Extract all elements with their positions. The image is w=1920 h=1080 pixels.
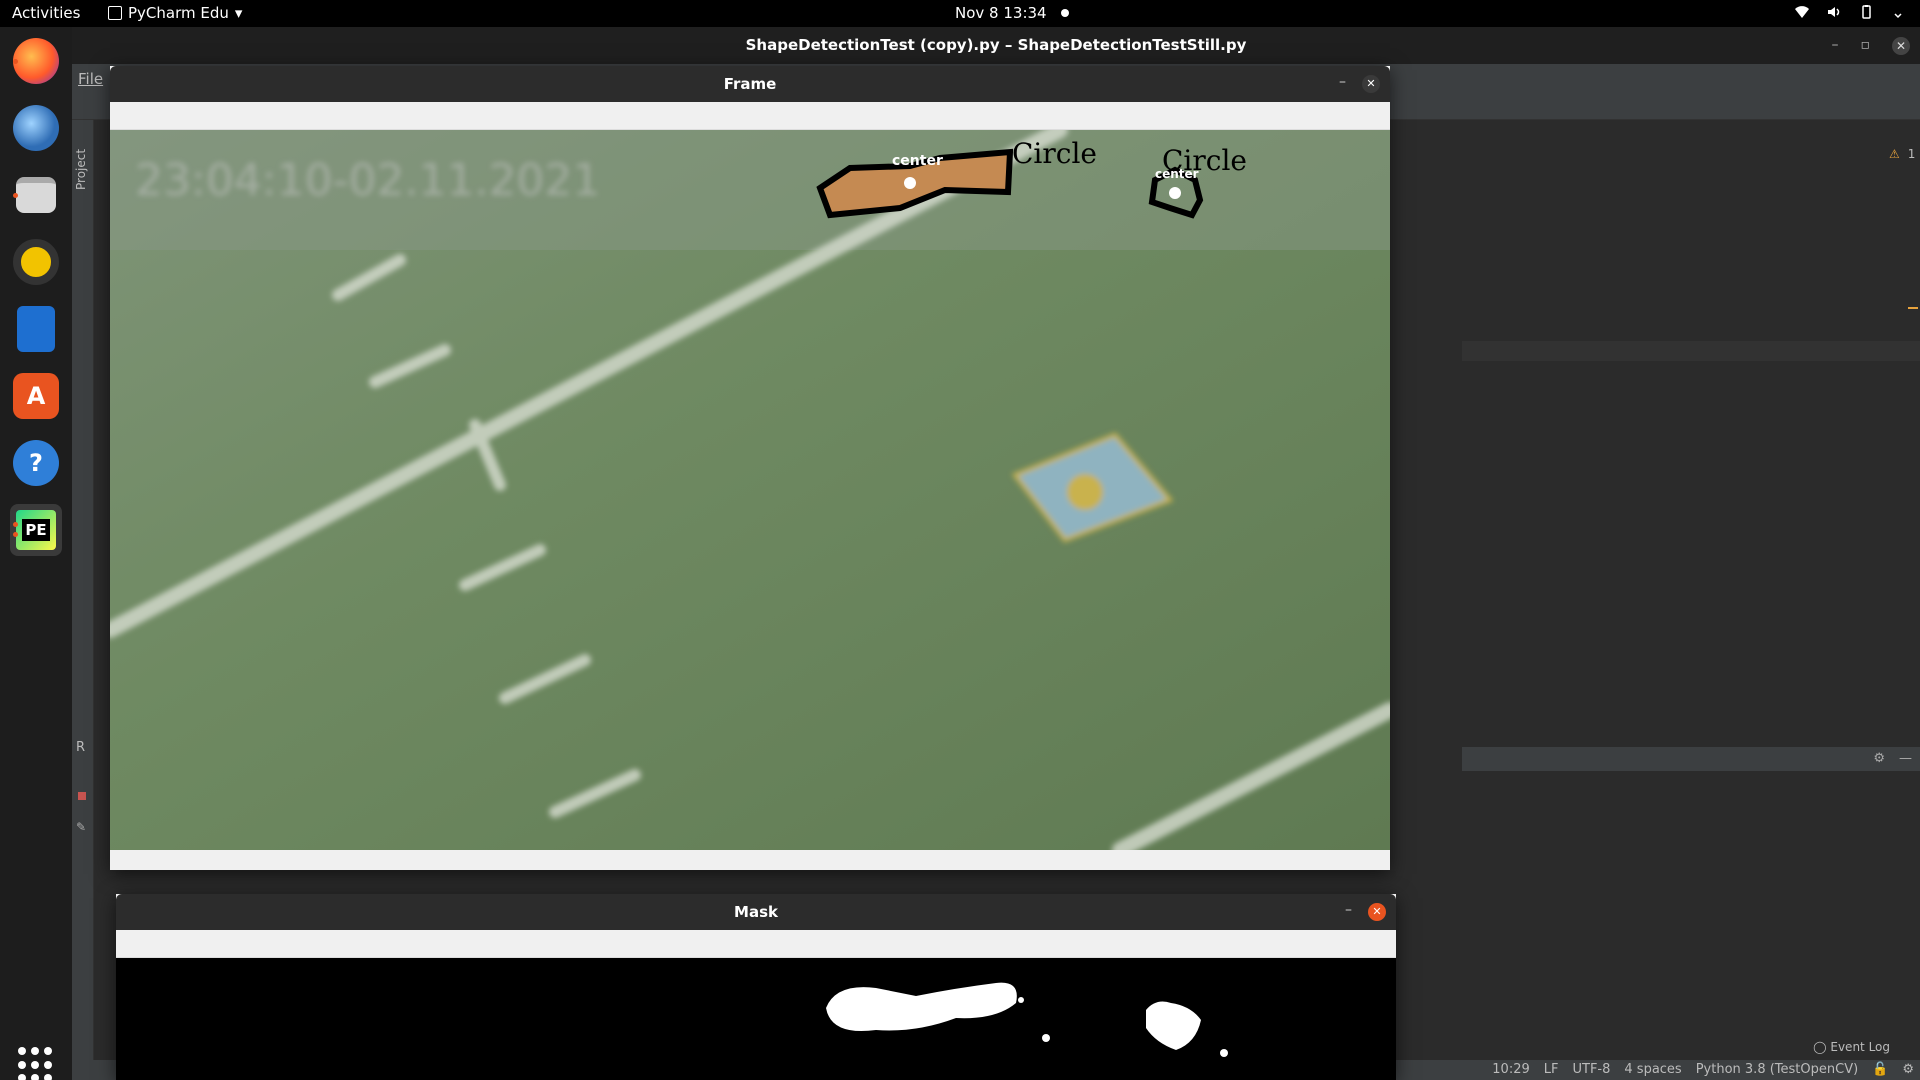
mask-image[interactable]	[116, 958, 1396, 1080]
running-indicator	[13, 59, 18, 64]
help-icon: ?	[13, 440, 59, 486]
running-indicator	[13, 532, 18, 537]
indent-setting[interactable]: 4 spaces	[1624, 1062, 1681, 1077]
left-tool-strip: Project R ✎	[72, 120, 94, 1080]
thunderbird-icon	[13, 105, 59, 151]
inspection-widget[interactable]: ⚠ 1 ⚠ 6 ⌃ ⌄	[1889, 147, 1920, 161]
center-label-1: center	[892, 153, 943, 169]
caret-position[interactable]: 10:29	[1492, 1062, 1529, 1077]
caret-line-highlight	[1462, 341, 1920, 361]
warning-count-a: 1	[1907, 147, 1916, 161]
mask-window: Mask – ✕	[116, 894, 1396, 1080]
frame-minimize-button[interactable]: –	[1339, 74, 1346, 90]
wifi-icon	[1794, 4, 1810, 20]
warning-icon: ⚠	[1889, 147, 1900, 161]
software-icon: A	[13, 373, 59, 419]
line-separator[interactable]: LF	[1544, 1062, 1559, 1077]
dock-pycharm[interactable]: PE	[10, 504, 62, 556]
dock-software[interactable]: A	[10, 370, 62, 422]
frame-window: Frame – ✕ 23:04:10-02.11.2021 center Cir…	[110, 66, 1390, 870]
maximize-button[interactable]: ▫	[1861, 37, 1871, 55]
power-menu-icon	[1890, 4, 1906, 20]
mask-toolbar	[116, 930, 1396, 958]
close-button[interactable]: ✕	[1892, 37, 1910, 55]
app-menu[interactable]: PyCharm Edu ▾	[108, 4, 242, 22]
dock-rhythmbox[interactable]	[10, 236, 62, 288]
circle-label-1: Circle	[1012, 137, 1097, 170]
chevron-down-icon: ▾	[234, 4, 243, 22]
app-menu-label: PyCharm Edu	[128, 4, 229, 22]
lock-icon[interactable]: 🔓	[1872, 1062, 1888, 1077]
event-log-button[interactable]: ◯ Event Log	[1813, 1040, 1890, 1054]
project-tool-tab[interactable]: Project	[74, 149, 88, 190]
dock-help[interactable]: ?	[10, 437, 62, 489]
mask-minimize-button[interactable]: –	[1345, 902, 1352, 918]
pin-icon[interactable]: ✎	[76, 820, 86, 834]
running-indicator	[13, 522, 18, 527]
running-indicator	[13, 193, 18, 198]
settings-gear-icon[interactable]: ⚙	[1873, 751, 1885, 766]
window-controls: – ▫ ✕	[1832, 37, 1910, 55]
activities-button[interactable]: Activities	[12, 4, 80, 22]
event-log-icon: ◯	[1813, 1040, 1827, 1054]
stop-icon[interactable]	[78, 792, 86, 800]
frame-status-strip	[110, 850, 1390, 870]
run-panel-header: ⚙ —	[1462, 747, 1920, 771]
files-icon	[16, 177, 56, 213]
dock-files[interactable]	[10, 169, 62, 221]
run-console[interactable]	[1462, 771, 1920, 1060]
frame-toolbar	[110, 102, 1390, 130]
clock[interactable]: Nov 8 13:34	[955, 4, 1069, 22]
dock-firefox[interactable]	[10, 35, 62, 87]
timestamp-overlay: 23:04:10-02.11.2021	[135, 155, 600, 206]
app-menu-icon	[108, 6, 122, 20]
center-label-2: center	[1155, 167, 1199, 181]
run-tool-letter[interactable]: R	[76, 740, 85, 755]
battery-icon	[1858, 4, 1874, 20]
menu-file[interactable]: File	[78, 70, 103, 88]
writer-icon	[17, 306, 55, 352]
settings-icon[interactable]: ⚙	[1902, 1062, 1914, 1077]
firefox-icon	[13, 38, 59, 84]
dock-thunderbird[interactable]	[10, 102, 62, 154]
pycharm-icon: PE	[16, 510, 56, 550]
rhythmbox-icon	[13, 239, 59, 285]
python-interpreter[interactable]: Python 3.8 (TestOpenCV)	[1696, 1062, 1858, 1077]
mask-close-button[interactable]: ✕	[1368, 903, 1386, 921]
show-applications-icon[interactable]	[18, 1047, 54, 1080]
hide-panel-icon[interactable]: —	[1899, 751, 1912, 766]
scrollbar-marker	[1908, 307, 1918, 309]
file-encoding[interactable]: UTF-8	[1572, 1062, 1610, 1077]
dock: A ? PE	[0, 27, 72, 1080]
event-log-label: Event Log	[1830, 1040, 1890, 1054]
mask-window-title: Mask	[116, 894, 1396, 930]
frame-window-title: Frame	[110, 66, 1390, 102]
notification-dot-icon	[1060, 9, 1069, 17]
system-tray[interactable]	[1794, 4, 1906, 20]
top-bar: Activities PyCharm Edu ▾ Nov 8 13:34	[0, 0, 1920, 27]
frame-image[interactable]: 23:04:10-02.11.2021 center Circle Circle…	[110, 130, 1390, 850]
window-title: ShapeDetectionTest (copy).py – ShapeDete…	[72, 27, 1920, 64]
volume-icon	[1826, 4, 1842, 20]
clock-label: Nov 8 13:34	[955, 4, 1047, 22]
minimize-button[interactable]: –	[1832, 37, 1839, 55]
dock-writer[interactable]	[10, 303, 62, 355]
frame-close-button[interactable]: ✕	[1362, 75, 1380, 93]
